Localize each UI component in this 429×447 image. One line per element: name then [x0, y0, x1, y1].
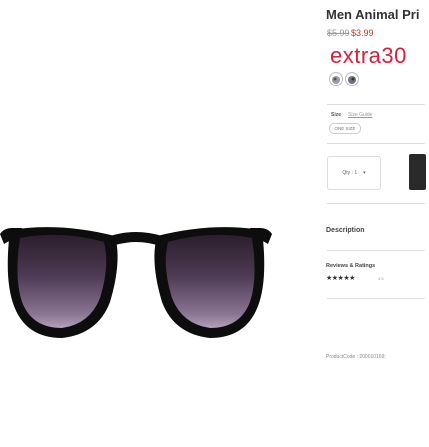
promo-code: extra30	[330, 43, 407, 68]
sunglasses-image	[0, 227, 272, 338]
color-swatch[interactable]	[329, 72, 343, 86]
pattern-swatch-icon	[332, 76, 340, 84]
size-guide-link[interactable]: Size Guide	[348, 112, 372, 118]
color-swatch[interactable]	[345, 72, 359, 86]
size-label: Size	[331, 112, 342, 118]
divider	[327, 104, 425, 105]
original-price: $5.99	[327, 28, 350, 38]
divider	[327, 143, 425, 144]
divider	[327, 250, 425, 251]
description-tab[interactable]: Description	[326, 227, 365, 234]
rating-value: 4.5	[378, 276, 384, 281]
add-to-cart-button[interactable]	[409, 154, 426, 190]
rating-stars: ★★★★★	[326, 275, 355, 282]
sale-price: $3.99	[351, 28, 374, 38]
pattern-swatch-icon	[348, 76, 356, 84]
divider	[327, 298, 425, 299]
size-option[interactable]: ONE SIZE	[329, 123, 361, 134]
product-image[interactable]	[0, 222, 272, 344]
chevron-down-icon: ▾	[363, 170, 366, 176]
quantity-select[interactable]: Qty : 1 ▾	[327, 156, 381, 190]
reviews-tab[interactable]: Reviews & Ratings	[326, 263, 375, 269]
divider	[327, 203, 425, 204]
product-title: Men Animal Pri	[326, 7, 420, 22]
quantity-label: Qty : 1	[342, 170, 358, 176]
product-code: ProductCode : 200010169;	[326, 354, 386, 360]
